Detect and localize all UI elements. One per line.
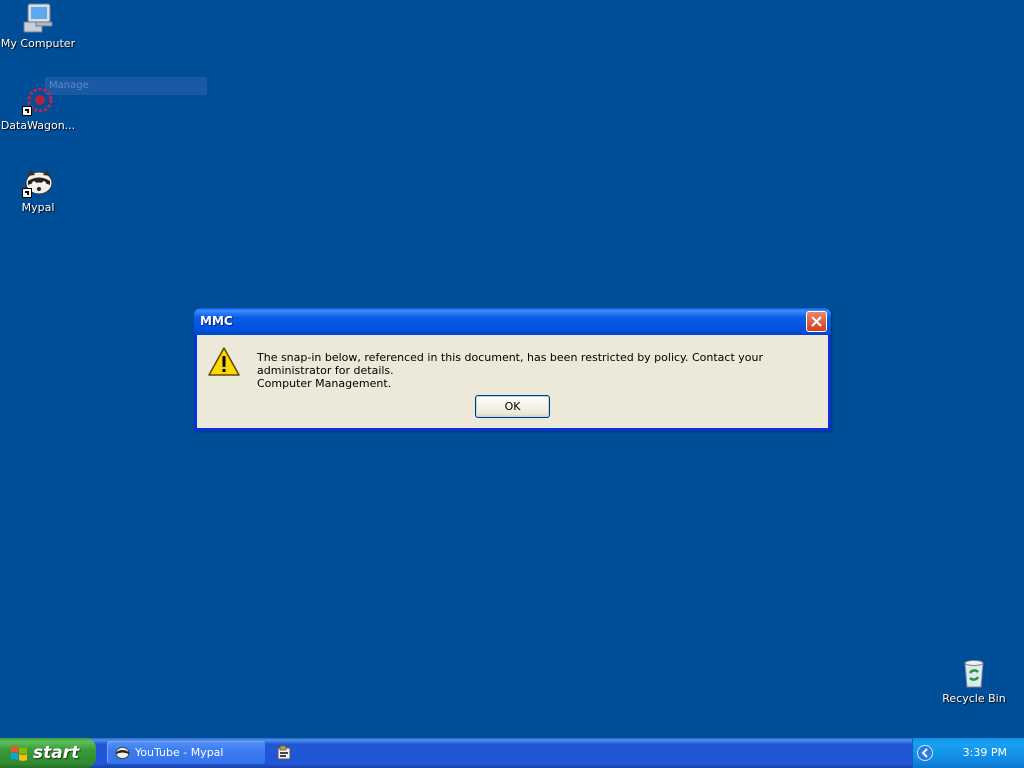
- desktop-icon-datawagon[interactable]: DataWagon...: [0, 84, 76, 132]
- my-computer-icon: [22, 2, 54, 34]
- recycle-bin-icon: [958, 657, 990, 689]
- dialog-body: The snap-in below, referenced in this do…: [197, 335, 828, 428]
- desktop-icon-label: My Computer: [0, 37, 76, 50]
- raccoon-icon: [22, 166, 54, 198]
- chevron-left-icon[interactable]: [917, 745, 933, 761]
- ok-button[interactable]: OK: [475, 395, 550, 418]
- taskbar: start YouTube - Mypal 3:39 PM: [0, 738, 1024, 768]
- desktop-icon-my-computer[interactable]: My Computer: [0, 2, 76, 50]
- shortcut-arrow-icon: [22, 106, 32, 116]
- desktop-icon-label: Mypal: [21, 201, 55, 214]
- message-line-1: The snap-in below, referenced in this do…: [257, 351, 764, 377]
- datawagon-icon: [22, 84, 54, 116]
- taskbar-item-mypal[interactable]: YouTube - Mypal: [107, 741, 265, 764]
- taskbar-item-label: YouTube - Mypal: [135, 746, 224, 759]
- close-icon: [811, 316, 822, 327]
- dialog-titlebar[interactable]: MMC: [194, 308, 831, 335]
- clock[interactable]: 3:39 PM: [963, 738, 1007, 768]
- warning-icon: [208, 347, 240, 376]
- mmc-dialog: MMC The snap-in below, referenced in thi…: [194, 308, 831, 431]
- desktop-icon-recycle-bin[interactable]: Recycle Bin: [936, 657, 1012, 705]
- start-button[interactable]: start: [0, 738, 96, 768]
- quick-launch-icon[interactable]: [276, 745, 292, 761]
- message-line-2: Computer Management.: [257, 377, 392, 390]
- raccoon-icon: [115, 747, 130, 759]
- desktop-icon-mypal[interactable]: Mypal: [0, 166, 76, 214]
- dialog-message: The snap-in below, referenced in this do…: [257, 351, 828, 390]
- start-label: start: [33, 743, 80, 763]
- system-tray: 3:39 PM: [912, 738, 1024, 768]
- close-button[interactable]: [806, 311, 827, 332]
- windows-flag-icon: [11, 746, 27, 761]
- desktop-icon-label: Recycle Bin: [942, 692, 1006, 705]
- desktop-icon-label: DataWagon...: [0, 119, 76, 132]
- dialog-title: MMC: [200, 314, 233, 328]
- shortcut-arrow-icon: [22, 188, 32, 198]
